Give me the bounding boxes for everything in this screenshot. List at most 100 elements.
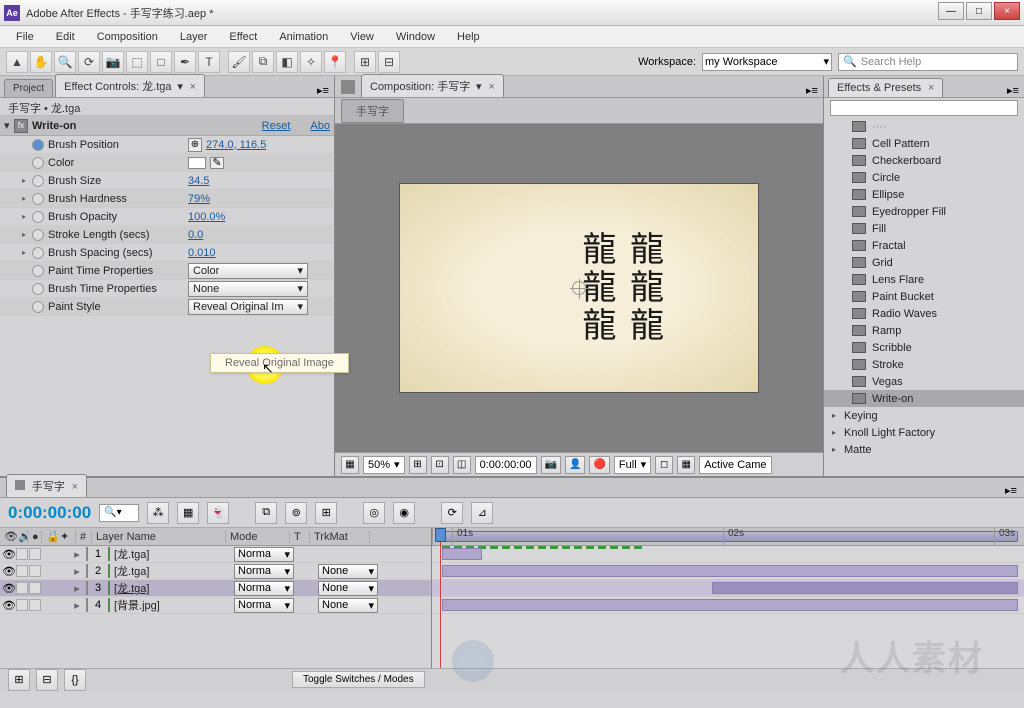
expand-collapse-icon[interactable]: ⊟ xyxy=(36,669,58,691)
search-help-input[interactable]: 🔍 Search Help xyxy=(838,53,1018,71)
brush-time-dropdown[interactable]: None▾ xyxy=(188,281,308,297)
twirl-icon[interactable]: ▸ xyxy=(70,599,84,612)
twirl-icon[interactable]: ▸ xyxy=(832,428,840,437)
layer-bar-1[interactable] xyxy=(442,548,482,560)
composition-viewer[interactable]: 龍龍龍龍龍龍 xyxy=(335,124,823,452)
brush-hardness-value[interactable]: 79% xyxy=(188,193,210,205)
preset-item-grid[interactable]: Grid xyxy=(824,254,1024,271)
clone-tool-icon[interactable]: ⧉ xyxy=(252,51,274,73)
current-time-indicator[interactable] xyxy=(440,528,441,668)
preset-item-checkerboard[interactable]: Checkerboard xyxy=(824,152,1024,169)
timecode-display[interactable]: 0:00:00:00 xyxy=(8,503,91,523)
menu-layer[interactable]: Layer xyxy=(172,28,216,46)
camera-tool-icon[interactable]: 📷 xyxy=(102,51,124,73)
pan-behind-tool-icon[interactable]: ⬚ xyxy=(126,51,148,73)
twirl-icon[interactable]: ▸ xyxy=(70,582,84,595)
reset-link[interactable]: Reset xyxy=(262,120,291,132)
effects-search-input[interactable] xyxy=(830,100,1018,116)
lock-toggle[interactable] xyxy=(29,582,41,594)
preset-item-fractal[interactable]: Fractal xyxy=(824,237,1024,254)
workspace-dropdown[interactable]: my Workspace▾ xyxy=(702,53,832,71)
trkmat-dropdown[interactable]: None▾ xyxy=(318,564,378,579)
text-tool-icon[interactable]: T xyxy=(198,51,220,73)
tab-project[interactable]: Project xyxy=(4,79,53,97)
cti-head[interactable] xyxy=(435,528,446,542)
preset-folder-matte[interactable]: ▸Matte xyxy=(824,441,1024,458)
panel-menu-icon[interactable]: ▸≡ xyxy=(1004,483,1018,497)
eyedropper-icon[interactable]: ✎ xyxy=(210,157,224,169)
preset-item-write-on[interactable]: Write-on xyxy=(824,390,1024,407)
show-snapshot-icon[interactable]: 👤 xyxy=(565,456,585,474)
minimize-button[interactable]: — xyxy=(938,2,964,20)
layer-row-3[interactable]: 👁▸3[龙.tga]Norma▾None▾ xyxy=(0,580,431,597)
menu-edit[interactable]: Edit xyxy=(48,28,83,46)
preset-item-paint-bucket[interactable]: Paint Bucket xyxy=(824,288,1024,305)
stopwatch-icon[interactable] xyxy=(32,175,44,187)
twirl-icon[interactable]: ▸ xyxy=(22,230,32,239)
layer-bar-3[interactable] xyxy=(712,582,1018,594)
motion-blur-icon[interactable]: ⊚ xyxy=(285,502,307,524)
frame-blend-icon[interactable]: ⧉ xyxy=(255,502,277,524)
tab-close-icon[interactable]: × xyxy=(928,82,934,94)
preset-folder-keying[interactable]: ▸Keying xyxy=(824,407,1024,424)
stopwatch-icon[interactable] xyxy=(32,265,44,277)
timeline-tab[interactable]: 手写字 × xyxy=(6,474,87,497)
paint-time-dropdown[interactable]: Color▾ xyxy=(188,263,308,279)
eraser-tool-icon[interactable]: ◧ xyxy=(276,51,298,73)
roto-tool-icon[interactable]: ✧ xyxy=(300,51,322,73)
layer-name[interactable]: [龙.tga] xyxy=(112,546,232,562)
puppet-tool-icon[interactable]: 📍 xyxy=(324,51,346,73)
visibility-toggle[interactable]: 👁 xyxy=(0,599,14,612)
twirl-down-icon[interactable]: ▾ xyxy=(4,119,14,132)
solo-toggle[interactable] xyxy=(16,599,28,611)
lock-toggle[interactable] xyxy=(29,565,41,577)
layer-name[interactable]: [背景.jpg] xyxy=(112,597,232,613)
layer-bar-2[interactable] xyxy=(442,565,1018,577)
tab-close-icon[interactable]: × xyxy=(190,81,196,93)
hide-shy-icon[interactable]: 👻 xyxy=(207,502,229,524)
twirl-icon[interactable]: ▸ xyxy=(70,548,84,561)
lock-toggle[interactable] xyxy=(29,548,41,560)
close-button[interactable]: × xyxy=(994,2,1020,20)
view-tab[interactable]: 手写字 xyxy=(341,99,404,123)
blend-mode-dropdown[interactable]: Norma▾ xyxy=(234,581,294,596)
preset-item-ellipse[interactable]: Ellipse xyxy=(824,186,1024,203)
stopwatch-icon[interactable] xyxy=(32,139,44,151)
search-layers-input[interactable]: 🔍▾ xyxy=(99,504,139,522)
preset-item[interactable]: ···· xyxy=(824,118,1024,135)
layer-bar-4[interactable] xyxy=(442,599,1018,611)
stopwatch-icon[interactable] xyxy=(32,211,44,223)
color-swatch[interactable] xyxy=(188,157,206,169)
local-axis-icon[interactable]: ⊞ xyxy=(354,51,376,73)
twirl-icon[interactable]: ▸ xyxy=(70,565,84,578)
tab-effects-presets[interactable]: Effects & Presets × xyxy=(828,78,943,97)
brainstorm-icon[interactable]: ◎ xyxy=(363,502,385,524)
toggle-switches-icon[interactable]: ⊞ xyxy=(8,669,30,691)
stopwatch-icon[interactable] xyxy=(32,247,44,259)
stopwatch-icon[interactable] xyxy=(32,229,44,241)
transparency-grid-icon[interactable]: ▦ xyxy=(677,456,695,474)
about-link[interactable]: Abo xyxy=(310,120,330,132)
layer-row-4[interactable]: 👁▸4[背景.jpg]Norma▾None▾ xyxy=(0,597,431,614)
menu-effect[interactable]: Effect xyxy=(221,28,265,46)
toggle-mask-icon[interactable]: ◫ xyxy=(453,456,471,474)
rotate-tool-icon[interactable]: ⟳ xyxy=(78,51,100,73)
solo-toggle[interactable] xyxy=(16,565,28,577)
solo-toggle[interactable] xyxy=(16,582,28,594)
twirl-icon[interactable]: ▸ xyxy=(22,176,32,185)
preset-item-circle[interactable]: Circle xyxy=(824,169,1024,186)
preset-item-cell-pattern[interactable]: Cell Pattern xyxy=(824,135,1024,152)
preset-item-ramp[interactable]: Ramp xyxy=(824,322,1024,339)
graph-editor-icon[interactable]: ⊞ xyxy=(315,502,337,524)
label-color[interactable] xyxy=(86,598,88,612)
fx-badge-icon[interactable]: fx xyxy=(14,119,28,133)
brush-position-value[interactable]: 274.0, 116.5 xyxy=(206,139,266,151)
live-update-icon[interactable]: ⟳ xyxy=(441,502,463,524)
tab-close-icon[interactable]: × xyxy=(488,81,494,93)
menu-animation[interactable]: Animation xyxy=(271,28,336,46)
label-color[interactable] xyxy=(86,581,88,595)
stroke-length-value[interactable]: 0.0 xyxy=(188,229,203,241)
layer-name[interactable]: [龙.tga] xyxy=(112,580,232,596)
crosshair-icon[interactable]: ⊕ xyxy=(188,138,202,152)
preset-item-radio-waves[interactable]: Radio Waves xyxy=(824,305,1024,322)
